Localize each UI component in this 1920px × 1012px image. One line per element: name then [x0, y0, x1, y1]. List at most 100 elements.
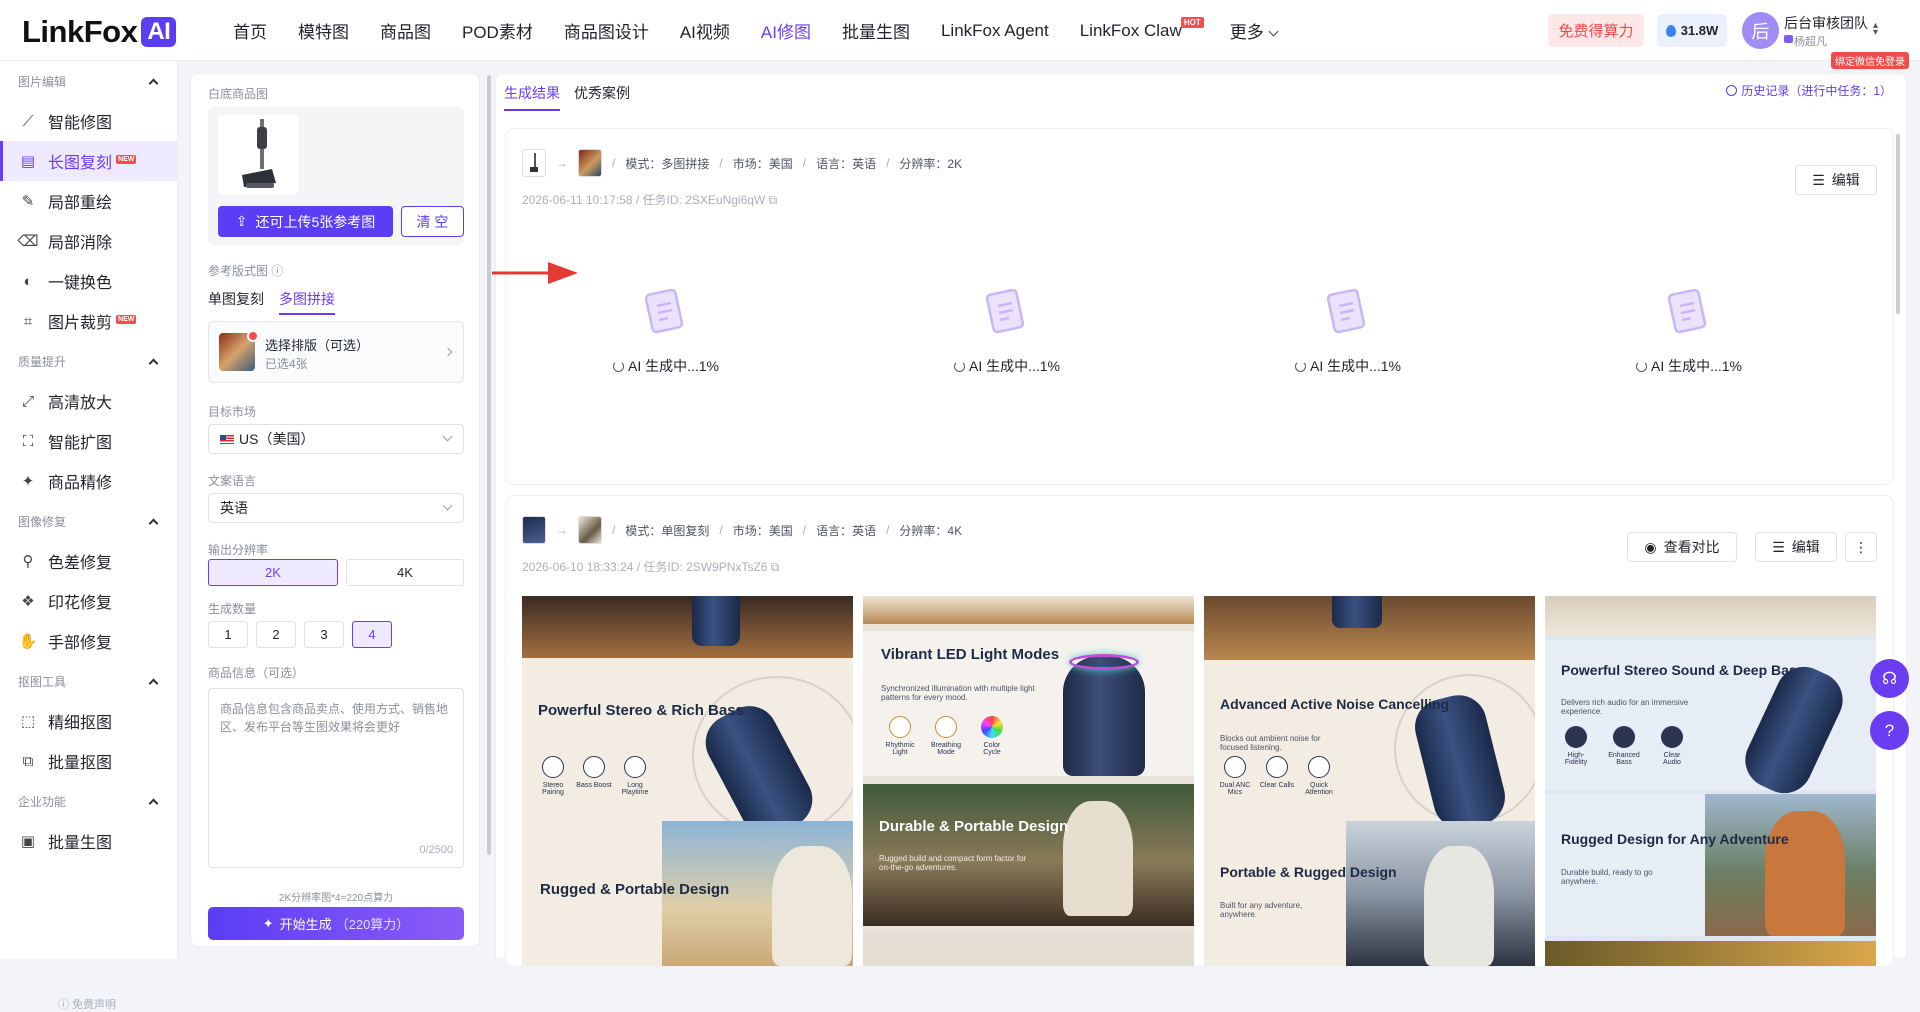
chevron-down-icon	[442, 431, 453, 442]
disclaimer-link[interactable]: ⓘ 免费声明	[58, 996, 116, 1012]
support-headset-button[interactable]: ☊	[1870, 659, 1909, 698]
sidebar-item-erase[interactable]: ⌫ 局部消除	[0, 221, 177, 261]
nav-ai-video[interactable]: AI视频	[680, 18, 730, 43]
ear-icon	[1308, 756, 1330, 778]
result-image[interactable]: Vibrant LED Light Modes Synchronized ill…	[863, 596, 1194, 966]
quantity-2[interactable]: 2	[256, 621, 296, 648]
market-select[interactable]: US（美国）	[208, 424, 464, 454]
sidebar-item-fine-cutout[interactable]: ⬚ 精细抠图	[0, 701, 177, 741]
more-button[interactable]: ⋮	[1845, 532, 1877, 562]
avatar[interactable]: 后	[1742, 12, 1779, 49]
language-select[interactable]: 英语	[208, 493, 464, 523]
sidebar-item-refine[interactable]: ✦ 商品精修	[0, 461, 177, 501]
spinner-icon	[1635, 361, 1647, 372]
compare-button[interactable]: ◉ 查看对比	[1627, 532, 1737, 562]
image-headline: Powerful Stereo Sound & Deep Bass	[1561, 662, 1805, 678]
history-link[interactable]: 历史记录（进行中任务：1）	[1726, 82, 1892, 99]
sidebar-item-batch-cutout[interactable]: ⧉ 批量抠图	[0, 741, 177, 781]
sidebar-item-upscale[interactable]: ⤢ 高清放大	[0, 381, 177, 421]
sidebar-item-hand-fix[interactable]: ✋ 手部修复	[0, 621, 177, 661]
tab-single[interactable]: 单图复刻	[208, 289, 264, 315]
sidebar-item-long-image[interactable]: ▤ 长图复刻 NEW	[0, 141, 177, 181]
sidebar-item-print-fix[interactable]: ❖ 印花修复	[0, 581, 177, 621]
copy-icon[interactable]: ⧉	[771, 560, 780, 574]
task-resolution: 分辨率：4K	[899, 523, 963, 538]
photo-top	[1545, 596, 1876, 636]
sidebar-item-recolor[interactable]: ◐ 一键换色	[0, 261, 177, 301]
upload-reference-button[interactable]: ⇪ 还可上传5张参考图	[218, 206, 393, 237]
quantity-1[interactable]: 1	[208, 621, 248, 648]
collapse-icon	[148, 78, 159, 88]
quantity-4[interactable]: 4	[352, 621, 392, 648]
product-thumbnail[interactable]	[218, 115, 298, 195]
switch-account-icon[interactable]: ▴ ▾	[1873, 21, 1878, 38]
nav-product[interactable]: 商品图	[380, 18, 431, 43]
sidebar-item-outpaint[interactable]: ⛶ 智能扩图	[0, 421, 177, 461]
input-thumbnail[interactable]	[522, 149, 546, 177]
sidebar-item-batch-gen[interactable]: ▣ 批量生图	[0, 821, 177, 861]
bass-icon	[1613, 726, 1635, 748]
help-icon[interactable]: ⓘ	[271, 264, 283, 278]
result-image[interactable]: Advanced Active Noise Cancelling Blocks …	[1204, 596, 1535, 966]
resolution-4k[interactable]: 4K	[346, 559, 464, 586]
nav-ai-retouch[interactable]: AI修图	[761, 18, 811, 43]
result-image[interactable]: Powerful Stereo Sound & Deep Bass Delive…	[1545, 596, 1876, 966]
task-market: 市场：美国	[732, 156, 793, 171]
resolution-2k[interactable]: 2K	[208, 559, 338, 586]
input-thumbnail[interactable]	[522, 516, 546, 544]
bind-wechat-tip[interactable]: 绑定微信免登录	[1831, 52, 1909, 69]
remove-icon[interactable]	[247, 330, 259, 342]
sidebar-section-edit[interactable]: 图片编辑	[0, 61, 177, 101]
edit-button[interactable]: ☰ 编辑	[1795, 165, 1877, 195]
nav-agent[interactable]: LinkFox Agent	[941, 21, 1049, 41]
quantity-3[interactable]: 3	[304, 621, 344, 648]
sliders-icon: ☰	[1772, 538, 1785, 555]
panel-scrollbar[interactable]	[487, 75, 491, 855]
layout-thumbnail[interactable]	[578, 516, 602, 544]
sidebar-item-smart-retouch[interactable]: ⟋ 智能修图	[0, 101, 177, 141]
nav-pod[interactable]: POD素材	[462, 18, 533, 43]
task-card: → / 模式：单图复刻 / 市场：美国 / 语言：英语 / 分辨率：4K 2026-06…	[506, 496, 1893, 966]
sidebar-item-crop[interactable]: ⌗ 图片裁剪 NEW	[0, 301, 177, 341]
user-name[interactable]: 后台审核团队	[1784, 13, 1868, 33]
points-balance[interactable]: 31.8W	[1657, 14, 1727, 47]
tab-multi[interactable]: 多图拼接	[279, 289, 335, 315]
sidebar-section-quality[interactable]: 质量提升	[0, 341, 177, 381]
logo-text: LinkFox	[22, 14, 138, 49]
nav-claw[interactable]: LinkFox Claw HOT	[1080, 16, 1204, 41]
nav-more[interactable]: 更多	[1230, 18, 1279, 43]
edit-button[interactable]: ☰ 编辑	[1755, 532, 1837, 562]
sidebar-item-color-fix[interactable]: ⚲ 色差修复	[0, 541, 177, 581]
nav-model[interactable]: 模特图	[298, 18, 349, 43]
copy-icon[interactable]: ⧉	[769, 193, 778, 207]
free-points-button[interactable]: 免费得算力	[1548, 14, 1644, 47]
result-image[interactable]: Powerful Stereo & Rich Bass Stereo Pairi…	[522, 596, 853, 966]
layout-title: 选择排版（可选）	[265, 338, 370, 353]
nav-design[interactable]: 商品图设计	[564, 18, 649, 43]
outpaint-icon: ⛶	[22, 432, 34, 450]
logo[interactable]: LinkFox AI	[22, 14, 177, 50]
progress-text: AI 生成中...1%	[968, 358, 1061, 374]
layout-selector[interactable]: 选择排版（可选） 已选4张	[208, 321, 464, 383]
product-info-textarea[interactable]: 商品信息包含商品卖点、使用方式、销售地区、发布平台等生图效果将会更好 0/250…	[208, 688, 464, 868]
tab-results[interactable]: 生成结果	[504, 83, 560, 111]
clear-button[interactable]: 清 空	[401, 206, 464, 237]
layout-count: 已选4张	[265, 357, 308, 371]
section-title: 图像修复	[18, 514, 67, 529]
white-product-label: 白底商品图	[208, 87, 269, 101]
nav-home[interactable]: 首页	[233, 18, 267, 43]
tab-showcase[interactable]: 优秀案例	[574, 83, 630, 111]
sidebar-section-repair[interactable]: 图像修复	[0, 501, 177, 541]
help-button[interactable]: ?	[1870, 711, 1909, 750]
sidebar-item-repaint[interactable]: ✎ 局部重绘	[0, 181, 177, 221]
vip-icon	[1784, 35, 1793, 43]
sidebar-item-label: 一键换色	[48, 275, 113, 292]
nav-batch[interactable]: 批量生图	[842, 18, 910, 43]
start-generate-button[interactable]: ✦ 开始生成 （220算力）	[208, 907, 464, 940]
section-title: 质量提升	[18, 354, 67, 369]
layout-thumbnail[interactable]	[578, 149, 602, 177]
sidebar-section-cutout[interactable]: 抠图工具	[0, 661, 177, 701]
sidebar-section-enterprise[interactable]: 企业功能	[0, 781, 177, 821]
sidebar: 图片编辑 ⟋ 智能修图 ▤ 长图复刻 NEW ✎ 局部重绘 ⌫ 局部消除 ◐ 一键换色 ⌗ 图…	[0, 61, 178, 1011]
results-scrollbar[interactable]	[1896, 134, 1900, 314]
